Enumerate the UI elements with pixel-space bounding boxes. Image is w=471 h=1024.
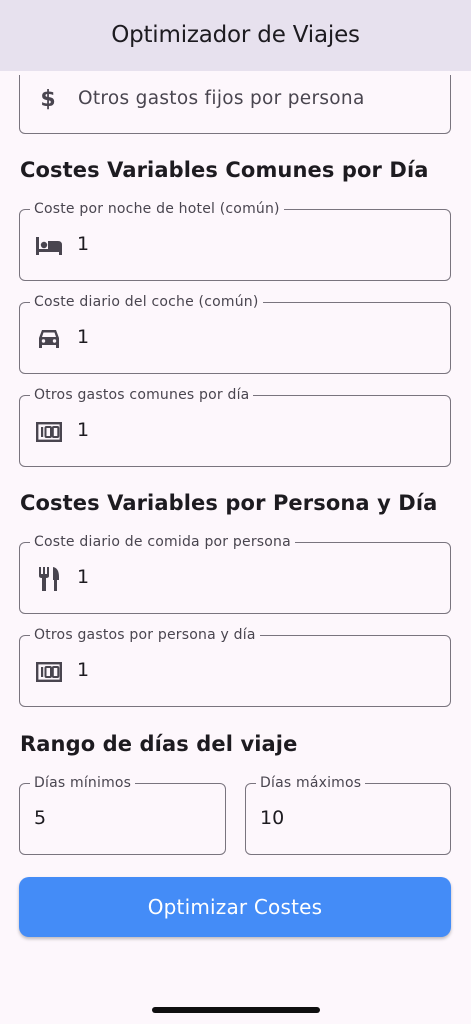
- min-days-field[interactable]: Días mínimos 5: [19, 775, 226, 855]
- other-per-person-cost-field[interactable]: Otros gastos por persona y día 1: [19, 627, 451, 707]
- car-cost-field[interactable]: Coste diario del coche (común) 1: [19, 294, 451, 374]
- car-cost-label: Coste diario del coche (común): [30, 294, 263, 310]
- car-icon: [35, 327, 63, 351]
- food-cost-value: 1: [77, 566, 90, 588]
- other-per-person-cost-label: Otros gastos por persona y día: [30, 627, 260, 643]
- hundred-icon: [35, 660, 63, 684]
- day-range-section-title: Rango de días del viaje: [20, 732, 298, 756]
- min-days-value: 5: [34, 807, 47, 829]
- optimize-costs-button-label: Optimizar Costes: [147, 895, 323, 919]
- other-fixed-per-person-field[interactable]: $ Otros gastos fijos por persona: [19, 75, 451, 134]
- common-daily-section-title: Costes Variables Comunes por Día: [20, 158, 429, 182]
- car-cost-value: 1: [77, 326, 90, 348]
- hotel-cost-value: 1: [77, 233, 90, 255]
- hotel-cost-field[interactable]: Coste por noche de hotel (común) 1: [19, 201, 451, 281]
- other-common-cost-field[interactable]: Otros gastos comunes por día 1: [19, 387, 451, 467]
- max-days-field[interactable]: Días máximos 10: [245, 775, 451, 855]
- optimize-costs-button[interactable]: Optimizar Costes: [19, 877, 451, 937]
- restaurant-icon: [35, 567, 63, 591]
- hundred-icon: [35, 420, 63, 444]
- per-person-daily-section-title: Costes Variables por Persona y Día: [20, 491, 438, 515]
- min-days-label: Días mínimos: [30, 775, 136, 791]
- form-scroll-area[interactable]: $ Otros gastos fijos por persona Costes …: [0, 71, 471, 1024]
- food-cost-field[interactable]: Coste diario de comida por persona 1: [19, 534, 451, 614]
- max-days-value: 10: [260, 807, 285, 829]
- other-common-cost-label: Otros gastos comunes por día: [30, 387, 254, 403]
- other-common-cost-value: 1: [77, 419, 90, 441]
- home-indicator[interactable]: [152, 1007, 320, 1013]
- hotel-cost-label: Coste por noche de hotel (común): [30, 201, 284, 217]
- hotel-bed-icon: [35, 234, 63, 258]
- food-cost-label: Coste diario de comida por persona: [30, 534, 295, 550]
- dollar-icon: $: [40, 87, 56, 112]
- app-bar: Optimizador de Viajes: [0, 0, 471, 71]
- max-days-label: Días máximos: [256, 775, 366, 791]
- app-title: Optimizador de Viajes: [111, 21, 360, 48]
- other-per-person-cost-value: 1: [77, 659, 90, 681]
- other-fixed-per-person-placeholder: Otros gastos fijos por persona: [78, 88, 365, 109]
